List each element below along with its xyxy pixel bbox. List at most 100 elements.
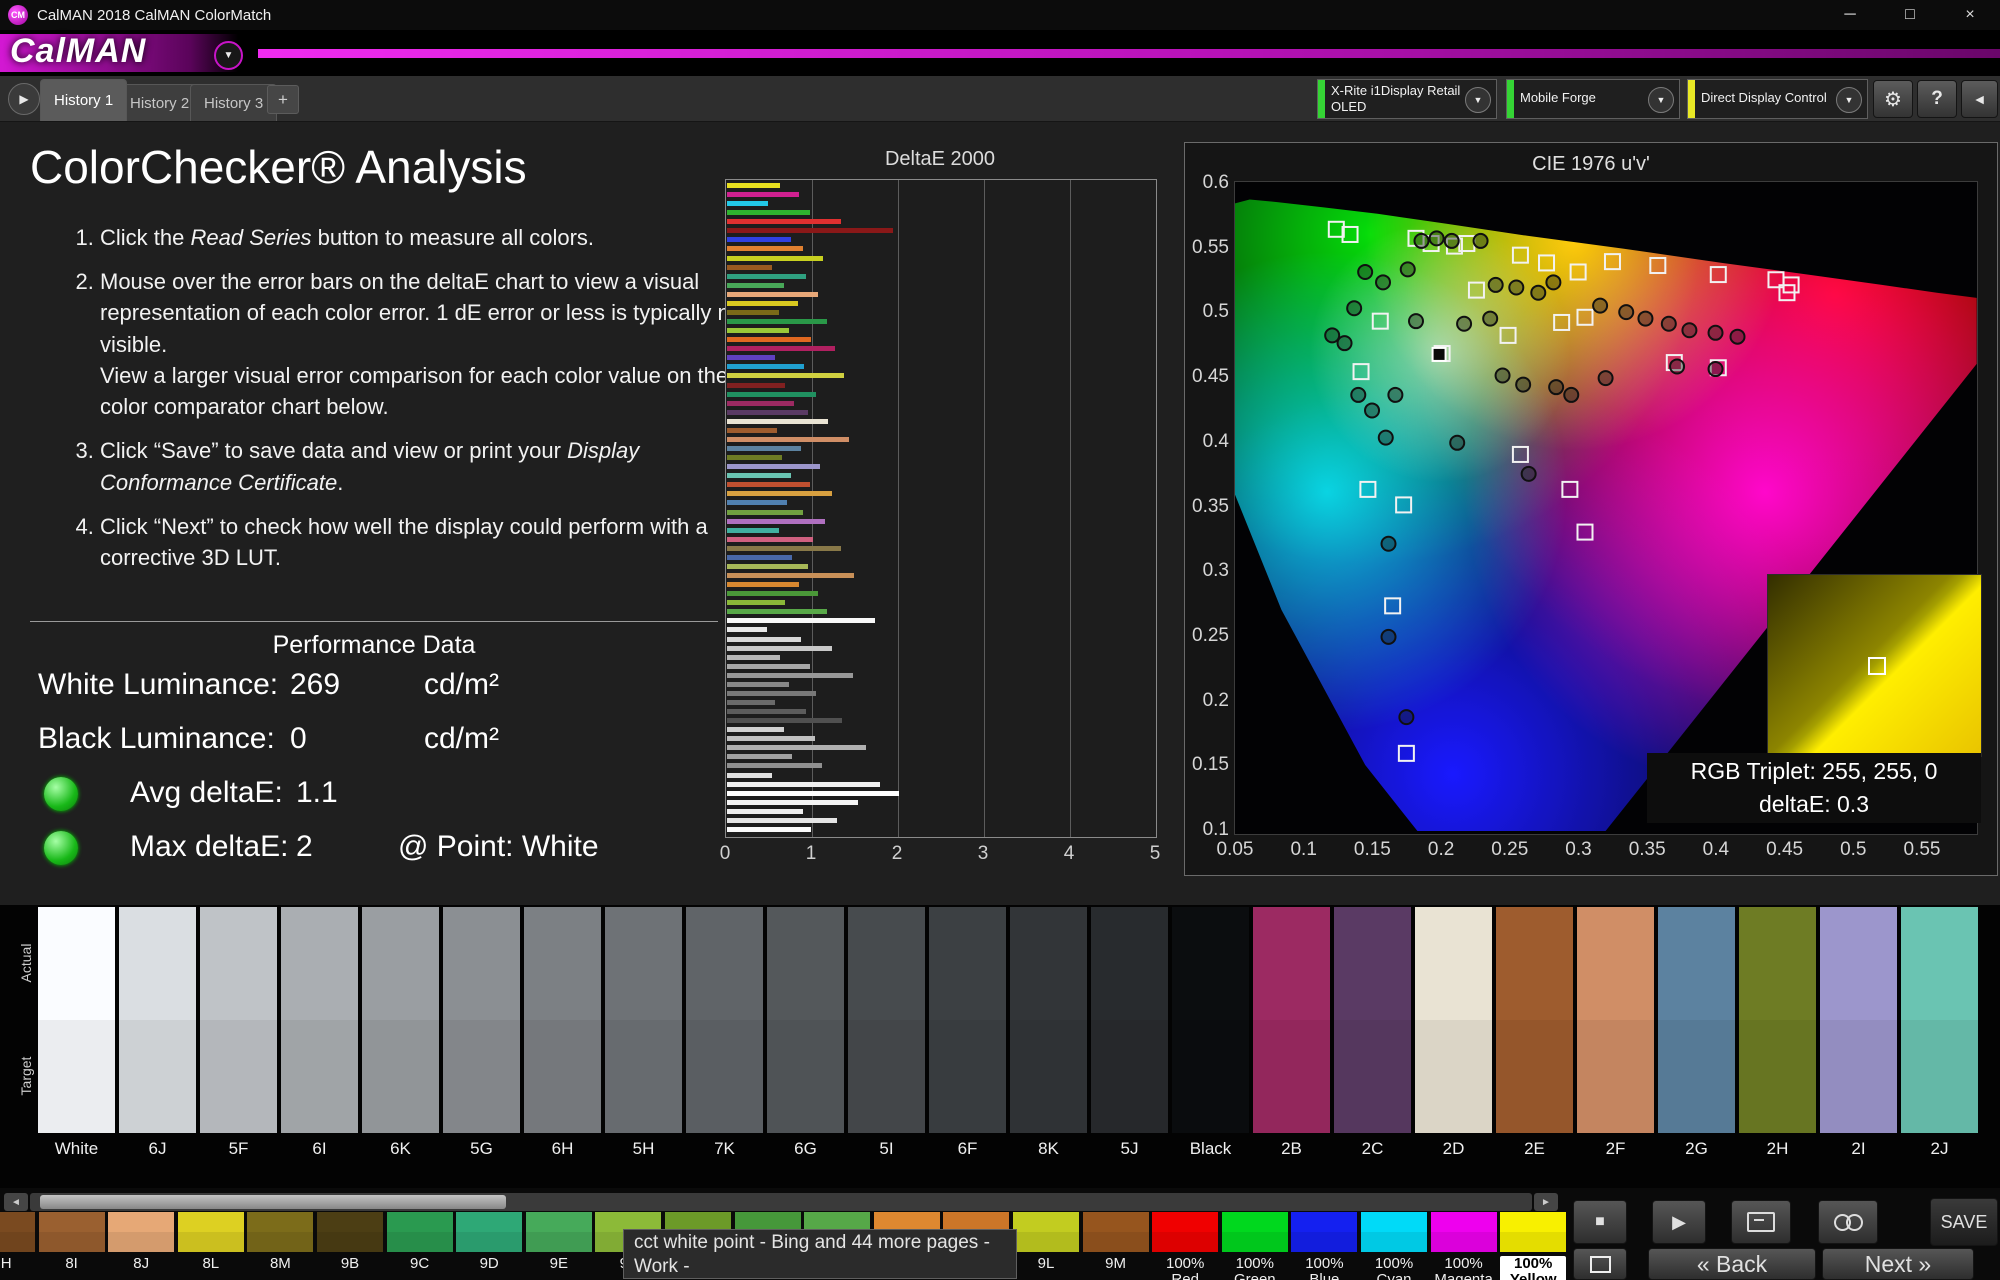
delta-e-bar[interactable] bbox=[727, 664, 810, 669]
delta-e-bar[interactable] bbox=[727, 392, 816, 397]
delta-e-bar[interactable] bbox=[727, 609, 827, 614]
color-patch-6H[interactable]: 6H bbox=[524, 907, 601, 1133]
measure-frame-button[interactable] bbox=[1731, 1200, 1791, 1244]
delta-e-bar[interactable] bbox=[727, 228, 893, 233]
patch-select-8J[interactable]: 8J bbox=[108, 1212, 174, 1252]
save-button[interactable]: SAVE bbox=[1930, 1198, 1998, 1246]
meter-dropdown-source[interactable]: Mobile Forge ▼ bbox=[1506, 79, 1680, 119]
delta-e-bar[interactable] bbox=[727, 301, 798, 306]
delta-e-bar[interactable] bbox=[727, 383, 785, 388]
delta-e-bar[interactable] bbox=[727, 637, 801, 642]
patch-select-9L[interactable]: 9L bbox=[1013, 1212, 1079, 1252]
link-button[interactable] bbox=[1818, 1200, 1878, 1244]
color-patch-6K[interactable]: 6K bbox=[362, 907, 439, 1133]
delta-e-bar[interactable] bbox=[727, 428, 777, 433]
color-patch-5J[interactable]: 5J bbox=[1091, 907, 1168, 1133]
delta-e-bar[interactable] bbox=[727, 591, 818, 596]
delta-e-bar[interactable] bbox=[727, 727, 784, 732]
chevron-down-icon[interactable]: ▼ bbox=[1465, 87, 1491, 113]
delta-e-bar[interactable] bbox=[727, 201, 768, 206]
delta-e-bar[interactable] bbox=[727, 510, 803, 515]
meter-dropdown-display-control[interactable]: Direct Display Control ▼ bbox=[1687, 79, 1868, 119]
patch-select-9E[interactable]: 9E bbox=[526, 1212, 592, 1252]
close-button[interactable]: × bbox=[1940, 0, 2000, 30]
delta-e-bar[interactable] bbox=[727, 736, 815, 741]
color-patch-2I[interactable]: 2I bbox=[1820, 907, 1897, 1133]
patch-select-8M[interactable]: 8M bbox=[247, 1212, 313, 1252]
delta-e-bar[interactable] bbox=[727, 682, 789, 687]
color-patch-Black[interactable]: Black bbox=[1172, 907, 1249, 1133]
delta-e-bar[interactable] bbox=[727, 546, 841, 551]
color-patch-5H[interactable]: 5H bbox=[605, 907, 682, 1133]
delta-e-bar[interactable] bbox=[727, 646, 832, 651]
delta-e-bar[interactable] bbox=[727, 192, 799, 197]
delta-e-bar[interactable] bbox=[727, 491, 832, 496]
delta-e-bar[interactable] bbox=[727, 328, 789, 333]
patch-select-100% Magenta[interactable]: 100% Magenta bbox=[1431, 1212, 1497, 1252]
meter-dropdown-colorimeter[interactable]: X-Rite i1Display RetailOLED ▼ bbox=[1317, 79, 1497, 119]
patch-select-9C[interactable]: 9C bbox=[387, 1212, 453, 1252]
chevron-down-icon[interactable]: ▼ bbox=[1836, 87, 1862, 113]
delta-e-chart[interactable] bbox=[725, 179, 1157, 838]
delta-e-bar[interactable] bbox=[727, 555, 792, 560]
delta-e-bar[interactable] bbox=[727, 537, 813, 542]
maximize-button[interactable]: □ bbox=[1880, 0, 1940, 30]
delta-e-bar[interactable] bbox=[727, 237, 791, 242]
delta-e-bar[interactable] bbox=[727, 718, 842, 723]
color-patch-5G[interactable]: 5G bbox=[443, 907, 520, 1133]
chevron-down-icon[interactable]: ▼ bbox=[1648, 87, 1674, 113]
patch-select-9M[interactable]: 9M bbox=[1083, 1212, 1149, 1252]
delta-e-bar[interactable] bbox=[727, 310, 779, 315]
delta-e-bar[interactable] bbox=[727, 754, 792, 759]
tab-history-1[interactable]: History 1 bbox=[40, 79, 127, 121]
color-patch-7K[interactable]: 7K bbox=[686, 907, 763, 1133]
delta-e-bar[interactable] bbox=[727, 256, 823, 261]
patch-select-100% Yellow[interactable]: 100% Yellow bbox=[1500, 1212, 1566, 1252]
scrollbar-thumb[interactable] bbox=[40, 1195, 506, 1209]
delta-e-bar[interactable] bbox=[727, 401, 794, 406]
delta-e-bar[interactable] bbox=[727, 827, 811, 832]
delta-e-bar[interactable] bbox=[727, 709, 806, 714]
patch-window-button[interactable] bbox=[1573, 1248, 1627, 1280]
color-patch-2G[interactable]: 2G bbox=[1658, 907, 1735, 1133]
color-patch-5I[interactable]: 5I bbox=[848, 907, 925, 1133]
delta-e-bar[interactable] bbox=[727, 464, 820, 469]
delta-e-bar[interactable] bbox=[727, 673, 853, 678]
delta-e-bar[interactable] bbox=[727, 183, 780, 188]
delta-e-bar[interactable] bbox=[727, 246, 803, 251]
back-button[interactable]: « Back bbox=[1648, 1248, 1816, 1280]
color-patch-6I[interactable]: 6I bbox=[281, 907, 358, 1133]
delta-e-bar[interactable] bbox=[727, 319, 827, 324]
delta-e-bar[interactable] bbox=[727, 437, 849, 442]
delta-e-bar[interactable] bbox=[727, 455, 782, 460]
delta-e-bar[interactable] bbox=[727, 691, 816, 696]
delta-e-bar[interactable] bbox=[727, 618, 875, 623]
delta-e-bar[interactable] bbox=[727, 627, 767, 632]
color-patch-2B[interactable]: 2B bbox=[1253, 907, 1330, 1133]
play-button[interactable]: ▶ bbox=[1652, 1200, 1706, 1244]
patch-select-9B[interactable]: 9B bbox=[317, 1212, 383, 1252]
color-patch-5F[interactable]: 5F bbox=[200, 907, 277, 1133]
delta-e-bar[interactable] bbox=[727, 564, 808, 569]
color-patch-White[interactable]: White bbox=[38, 907, 115, 1133]
delta-e-bar[interactable] bbox=[727, 700, 775, 705]
delta-e-bar[interactable] bbox=[727, 573, 854, 578]
help-button[interactable]: ? bbox=[1917, 80, 1957, 118]
color-patch-6F[interactable]: 6F bbox=[929, 907, 1006, 1133]
delta-e-bar[interactable] bbox=[727, 773, 772, 778]
patch-select-100% Cyan[interactable]: 100% Cyan bbox=[1361, 1212, 1427, 1252]
delta-e-bar[interactable] bbox=[727, 292, 818, 297]
delta-e-bar[interactable] bbox=[727, 582, 799, 587]
minimize-button[interactable]: ─ bbox=[1820, 0, 1880, 30]
add-tab-button[interactable]: + bbox=[267, 85, 299, 114]
delta-e-bar[interactable] bbox=[727, 809, 803, 814]
gear-icon[interactable]: ⚙ bbox=[1873, 80, 1913, 118]
delta-e-bar[interactable] bbox=[727, 283, 784, 288]
tab-history-3[interactable]: History 3 bbox=[190, 84, 277, 121]
color-patch-2H[interactable]: 2H bbox=[1739, 907, 1816, 1133]
color-patch-2D[interactable]: 2D bbox=[1415, 907, 1492, 1133]
color-patch-2F[interactable]: 2F bbox=[1577, 907, 1654, 1133]
stop-button[interactable]: ■ bbox=[1573, 1200, 1627, 1244]
delta-e-bar[interactable] bbox=[727, 800, 858, 805]
color-patch-2E[interactable]: 2E bbox=[1496, 907, 1573, 1133]
